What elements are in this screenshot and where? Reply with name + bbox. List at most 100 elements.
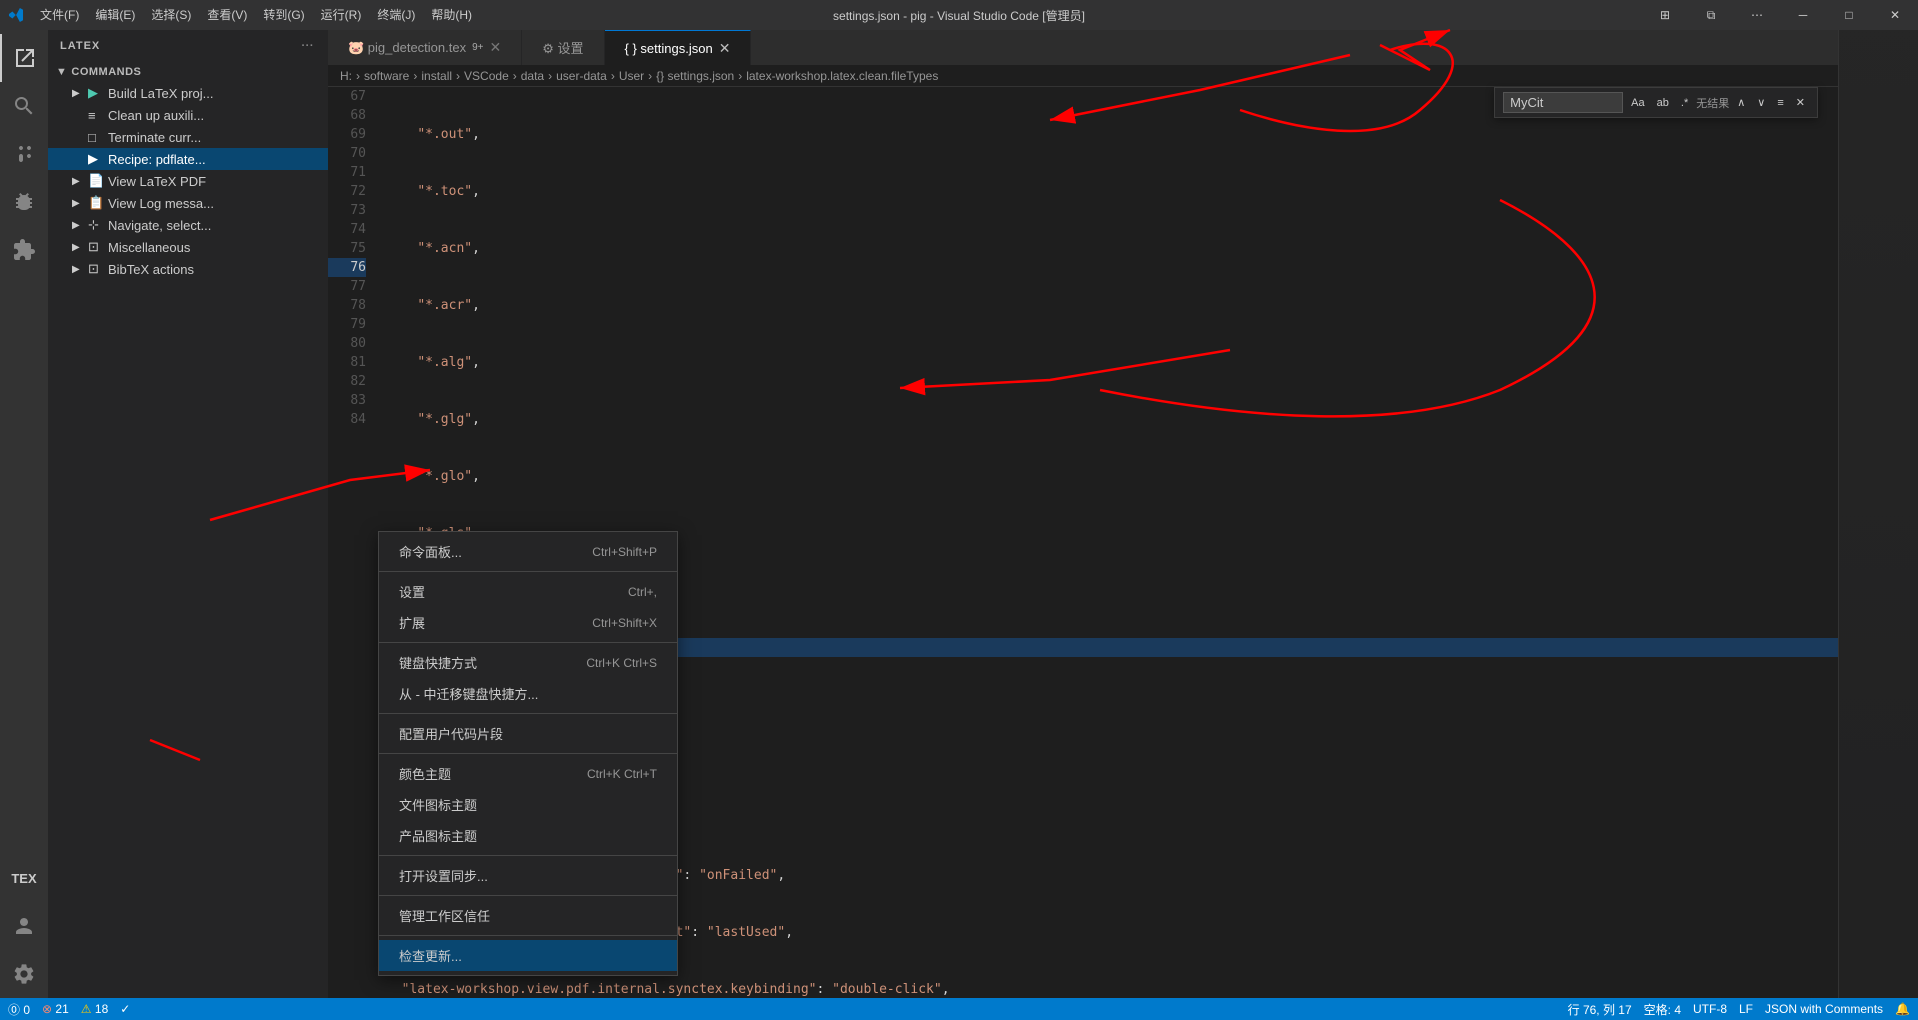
menu-item-command-palette[interactable]: 命令面板... Ctrl+Shift+P: [379, 536, 677, 567]
menu-item-file-icon[interactable]: 文件图标主题: [379, 789, 677, 820]
sidebar-item-build-label: Build LaTeX proj...: [108, 86, 320, 101]
menu-view[interactable]: 查看(V): [199, 0, 255, 30]
status-language[interactable]: JSON with Comments: [1765, 1002, 1883, 1016]
vscode-logo: [8, 7, 24, 23]
status-notifications[interactable]: 🔔: [1895, 1002, 1910, 1016]
status-check[interactable]: ✓: [120, 1002, 130, 1016]
maximize-button[interactable]: □: [1826, 0, 1872, 30]
find-prev[interactable]: ∧: [1733, 94, 1749, 111]
tab-settings-json[interactable]: { } settings.json ✕: [605, 30, 752, 65]
commands-section[interactable]: ▼ COMMANDS: [48, 62, 328, 82]
code-line-69: "*.acn",: [386, 239, 1838, 258]
menu-item-migrate-keyboard[interactable]: 从 - 中迁移键盘快捷方...: [379, 678, 677, 709]
play-icon: ▶: [88, 85, 104, 101]
breadcrumb-data[interactable]: data: [521, 69, 544, 83]
sidebar-item-build[interactable]: ▶ ▶ Build LaTeX proj...: [48, 82, 328, 104]
code-line-72: "*.glg",: [386, 410, 1838, 429]
window-title: settings.json - pig - Visual Studio Code…: [833, 7, 1085, 24]
tab-settings-json-close[interactable]: ✕: [719, 40, 731, 57]
menu-item-product-icon[interactable]: 产品图标主题: [379, 820, 677, 851]
layout-button[interactable]: ⊞: [1642, 0, 1688, 30]
find-match-case[interactable]: Aa: [1627, 95, 1648, 111]
sidebar-item-view-log-label: View Log messa...: [108, 196, 320, 211]
activity-tex[interactable]: TEX: [0, 854, 48, 902]
breadcrumb-software[interactable]: software: [364, 69, 409, 83]
breadcrumb-install[interactable]: install: [421, 69, 452, 83]
sidebar-item-terminate[interactable]: □ Terminate curr...: [48, 126, 328, 148]
warning-icon: ⚠: [81, 1002, 92, 1016]
activity-settings[interactable]: [0, 950, 48, 998]
sidebar-item-clean[interactable]: ≡ Clean up auxili...: [48, 104, 328, 126]
breadcrumb-vscode[interactable]: VSCode: [464, 69, 509, 83]
find-lines[interactable]: ≡: [1773, 95, 1787, 111]
tab-pig-detection-close[interactable]: ✕: [490, 39, 502, 56]
find-input[interactable]: [1503, 92, 1623, 113]
sidebar-header: LATEX ···: [48, 30, 328, 62]
menu-item-snippets[interactable]: 配置用户代码片段: [379, 718, 677, 749]
status-warnings[interactable]: ⚠ 18: [81, 1002, 108, 1016]
stop-icon: □: [88, 130, 104, 145]
menu-run[interactable]: 运行(R): [313, 0, 370, 30]
menu-select[interactable]: 选择(S): [143, 0, 199, 30]
recipe-play-icon: ▶: [88, 151, 104, 167]
menu-goto[interactable]: 转到(G): [255, 0, 312, 30]
activity-search[interactable]: [0, 82, 48, 130]
menu-item-check-updates[interactable]: 检查更新...: [379, 940, 677, 971]
split-button[interactable]: ⧉: [1688, 0, 1734, 30]
sidebar-item-clean-label: Clean up auxili...: [108, 108, 320, 123]
status-line-ending[interactable]: LF: [1739, 1002, 1753, 1016]
activity-source-control[interactable]: [0, 130, 48, 178]
menu-file[interactable]: 文件(F): [32, 0, 87, 30]
find-next[interactable]: ∨: [1753, 94, 1769, 111]
activity-extensions[interactable]: [0, 226, 48, 274]
menu-item-settings[interactable]: 设置 Ctrl+,: [379, 576, 677, 607]
sidebar-more-btn[interactable]: ···: [300, 38, 317, 54]
breadcrumb-property[interactable]: latex-workshop.latex.clean.fileTypes: [746, 69, 938, 83]
misc-arrow: ▶: [72, 242, 88, 253]
status-git[interactable]: ⓪ 0: [8, 1001, 30, 1018]
sidebar-title: LATEX: [60, 40, 100, 52]
breadcrumb-drive[interactable]: H:: [340, 69, 352, 83]
breadcrumb-user[interactable]: User: [619, 69, 644, 83]
status-spaces[interactable]: 空格: 4: [1644, 1001, 1681, 1018]
view-log-arrow: ▶: [72, 198, 88, 209]
find-match-word[interactable]: ab: [1653, 95, 1673, 111]
activity-debug[interactable]: [0, 178, 48, 226]
error-icon: ⊗: [42, 1002, 52, 1016]
menu-sep-1: [379, 571, 677, 572]
breadcrumb-file[interactable]: {} settings.json: [656, 69, 734, 83]
status-encoding[interactable]: UTF-8: [1693, 1002, 1727, 1016]
menu-terminal[interactable]: 终端(J): [369, 0, 423, 30]
find-close[interactable]: ✕: [1792, 94, 1809, 111]
menu-item-keyboard-shortcuts[interactable]: 键盘快捷方式 Ctrl+K Ctrl+S: [379, 647, 677, 678]
menu-shortcut-keyboard: Ctrl+K Ctrl+S: [586, 656, 657, 670]
sidebar-item-view-pdf[interactable]: ▶ 📄 View LaTeX PDF: [48, 170, 328, 192]
status-bar: ⓪ 0 ⊗ 21 ⚠ 18 ✓ 行 76, 列 17 空格: 4 UTF-8 L…: [0, 998, 1918, 1020]
menu-edit[interactable]: 编辑(E): [87, 0, 143, 30]
tab-pig-detection[interactable]: 🐷 pig_detection.tex 9+ ✕: [328, 30, 522, 65]
find-regex[interactable]: .*: [1677, 95, 1692, 111]
sidebar-item-bibtex[interactable]: ▶ ⊡ BibTeX actions: [48, 258, 328, 280]
find-widget: Aa ab .* 无结果 ∧ ∨ ≡ ✕: [1494, 87, 1818, 118]
activity-explorer[interactable]: [0, 34, 48, 82]
context-menu: 命令面板... Ctrl+Shift+P 设置 Ctrl+, 扩展 Ctrl+S…: [378, 531, 678, 976]
menu-item-sync[interactable]: 打开设置同步...: [379, 860, 677, 891]
code-line-68: "*.toc",: [386, 182, 1838, 201]
status-errors[interactable]: ⊗ 21: [42, 1002, 69, 1016]
menu-help[interactable]: 帮助(H): [423, 0, 480, 30]
activity-account[interactable]: [0, 902, 48, 950]
sidebar-item-misc[interactable]: ▶ ⊡ Miscellaneous: [48, 236, 328, 258]
minimize-button[interactable]: ─: [1780, 0, 1826, 30]
sidebar-item-navigate[interactable]: ▶ ⊹ Navigate, select...: [48, 214, 328, 236]
menu-item-color-theme[interactable]: 颜色主题 Ctrl+K Ctrl+T: [379, 758, 677, 789]
close-button[interactable]: ✕: [1872, 0, 1918, 30]
menu-item-extensions[interactable]: 扩展 Ctrl+Shift+X: [379, 607, 677, 638]
sidebar-item-recipe[interactable]: ▶ Recipe: pdflate...: [48, 148, 328, 170]
menu-item-workspace-trust[interactable]: 管理工作区信任: [379, 900, 677, 931]
breadcrumb-userdata[interactable]: user-data: [556, 69, 607, 83]
status-position[interactable]: 行 76, 列 17: [1568, 1001, 1632, 1018]
more-button[interactable]: ⋯: [1734, 0, 1780, 30]
sidebar-item-view-log[interactable]: ▶ 📋 View Log messa...: [48, 192, 328, 214]
menu-sep-4: [379, 753, 677, 754]
tab-settings-chinese[interactable]: ⚙ 设置: [522, 30, 604, 65]
